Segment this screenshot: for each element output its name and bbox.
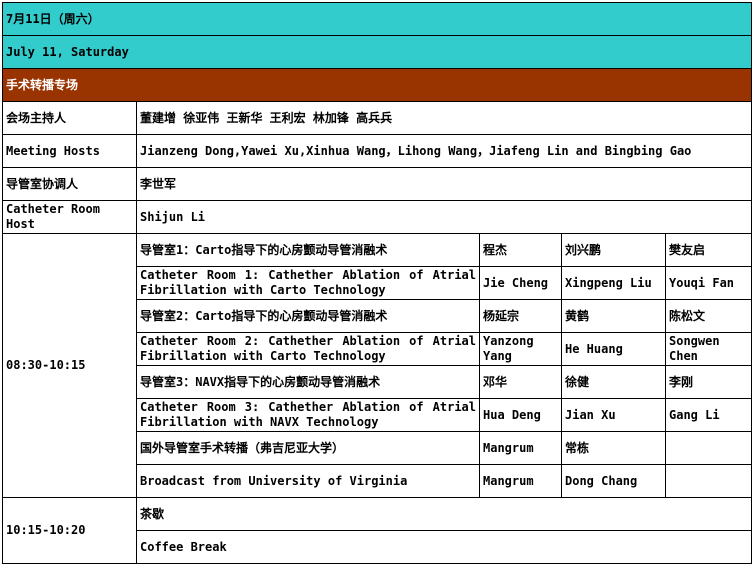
presenter-cell: 李刚 <box>664 365 753 399</box>
session-title-cell: 导管室1：Carto指导下的心房颤动导管消融术 <box>136 233 480 267</box>
hosts-en-row: Meeting Hosts Jianzeng Dong,Yawei Xu,Xin… <box>2 134 753 168</box>
schedule-table: 7月11日（周六） July 11, Saturday 手术转播专场 会场主持人… <box>1 2 753 564</box>
hosts-cn: 董建增 徐亚伟 王新华 王利宏 林加锋 高兵兵 <box>135 101 753 135</box>
presenter-cell: 程杰 <box>479 233 562 267</box>
coord-en-row: Catheter Room Host Shijun Li <box>2 200 753 234</box>
hosts-en: Jianzeng Dong,Yawei Xu,Xinhua Wang，Lihon… <box>135 134 753 168</box>
presenter-cell: 樊友启 <box>664 233 753 267</box>
coord-en: Shijun Li <box>135 200 753 234</box>
table-row: 08:30-10:15 导管室1：Carto指导下的心房颤动导管消融术 程杰 刘… <box>2 233 753 498</box>
presenter-cell: Songwen Chen <box>664 332 753 366</box>
presenter-cell: Yanzong Yang <box>479 332 562 366</box>
date-cn-row: 7月11日（周六） <box>1 2 753 36</box>
presenter-cell: 邓华 <box>479 365 562 399</box>
session-title-row: 手术转播专场 <box>1 68 753 102</box>
session-title-cell: Catheter Room 2: Cathether Ablation of A… <box>136 332 480 366</box>
presenter-cell: Jian Xu <box>561 398 666 432</box>
table-row: 10:15-10:20 茶歇 <box>2 497 753 564</box>
presenter-cell: 杨延宗 <box>479 299 562 333</box>
presenter-cell: 常栋 <box>561 431 666 465</box>
date-en-row: July 11, Saturday <box>1 35 753 69</box>
presenter-cell: He Huang <box>561 332 666 366</box>
presenter-cell: 徐健 <box>561 365 666 399</box>
presenter-cell: 刘兴鹏 <box>561 233 666 267</box>
date-cn: 7月11日（周六） <box>1 2 753 36</box>
break-cn: 茶歇 <box>135 497 753 531</box>
session-title-cell: Catheter Room 3: Cathether Ablation of A… <box>136 398 480 432</box>
hosts-cn-row: 会场主持人 董建增 徐亚伟 王新华 王利宏 林加锋 高兵兵 <box>2 101 753 135</box>
presenter-cell: 陈松文 <box>664 299 753 333</box>
presenter-cell: 黄鹤 <box>561 299 666 333</box>
time-slot-1: 08:30-10:15 <box>2 233 137 498</box>
break-en: Coffee Break <box>135 530 753 564</box>
hosts-en-label: Meeting Hosts <box>2 134 137 168</box>
presenter-cell: Mangrum <box>479 464 562 498</box>
coord-en-label: Catheter Room Host <box>2 200 137 234</box>
coord-cn: 李世军 <box>135 167 753 201</box>
session-title-cell: Broadcast from University of Virginia <box>136 464 480 498</box>
presenter-cell: Gang Li <box>664 398 753 432</box>
session-title-cell: 导管室3：NAVX指导下的心房颤动导管消融术 <box>136 365 480 399</box>
session-title-cell: 国外导管室手术转播（弗吉尼亚大学） <box>136 431 480 465</box>
presenter-cell: Jie Cheng <box>479 266 562 300</box>
presenter-cell: Hua Deng <box>479 398 562 432</box>
date-en: July 11, Saturday <box>1 35 753 69</box>
presenter-cell <box>664 431 753 465</box>
coord-cn-label: 导管室协调人 <box>2 167 137 201</box>
time-slot-2: 10:15-10:20 <box>2 497 137 564</box>
presenter-cell: Youqi Fan <box>664 266 753 300</box>
presenter-cell: Mangrum <box>479 431 562 465</box>
hosts-cn-label: 会场主持人 <box>2 101 137 135</box>
session-title: 手术转播专场 <box>1 68 753 102</box>
presenter-cell: Xingpeng Liu <box>561 266 666 300</box>
presenter-cell: Dong Chang <box>561 464 666 498</box>
session-title-cell: Catheter Room 1: Cathether Ablation of A… <box>136 266 480 300</box>
presenter-cell <box>664 464 753 498</box>
session-title-cell: 导管室2：Carto指导下的心房颤动导管消融术 <box>136 299 480 333</box>
coord-cn-row: 导管室协调人 李世军 <box>2 167 753 201</box>
